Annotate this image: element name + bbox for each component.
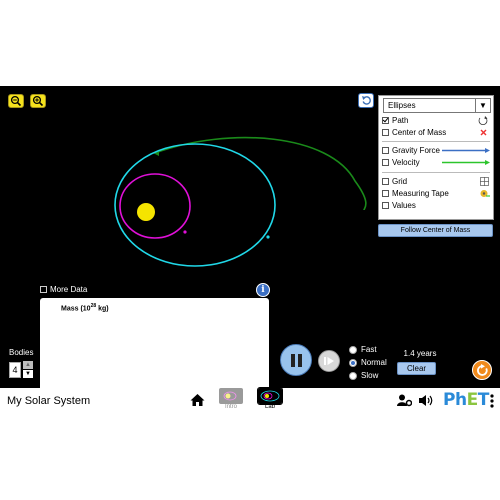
reset-all-button[interactable] (472, 360, 492, 380)
gravity-force-checkbox-box[interactable] (382, 147, 389, 154)
speed-label: Normal (361, 358, 387, 367)
elapsed-time: 1.4 years (403, 349, 437, 358)
app-title: My Solar System (7, 395, 91, 407)
visibility-control-panel: Ellipses ▼ Path Center of Mass Gravity F… (378, 95, 494, 220)
grid-checkbox[interactable]: Grid (382, 176, 492, 187)
velocity-label: Velocity (392, 158, 420, 167)
gravity-force-checkbox[interactable]: Gravity Force (382, 145, 492, 156)
gravity-arrow-icon (442, 148, 490, 153)
bodies-label: Bodies (9, 348, 34, 357)
radio-button[interactable] (349, 371, 357, 380)
bodies-increment-button[interactable]: ▲ (23, 361, 33, 369)
path-checkbox-box[interactable] (382, 117, 389, 124)
step-forward-button[interactable] (318, 350, 340, 372)
intro-label: Intro (224, 404, 237, 410)
nav-screen-intro[interactable]: Intro (218, 388, 244, 410)
measuring-tape-label: Measuring Tape (392, 189, 449, 198)
zoom-in-icon (32, 95, 44, 107)
center-of-mass-checkbox[interactable]: Center of Mass (382, 127, 492, 138)
bodies-decrement-button[interactable]: ▼ (23, 370, 33, 378)
mass-data-panel: Mass (1028 kg) 250.0≤ 0.1≤ 0.1≤ 0.1 (40, 298, 269, 388)
menu-icon[interactable] (490, 394, 494, 408)
step-forward-icon (324, 357, 334, 365)
measuring-tape-icon (480, 190, 490, 197)
more-data-checkbox-box[interactable] (40, 286, 47, 293)
chevron-up-icon: ▲ (25, 362, 31, 368)
bodies-count-value: 4 (9, 362, 21, 378)
orbit-preset-value: Ellipses (388, 101, 416, 110)
reset-view-icon (361, 96, 371, 105)
values-label: Values (392, 201, 416, 210)
magenta-orbit-path (119, 173, 191, 239)
speed-radio-normal[interactable]: Normal (349, 358, 387, 367)
grid-label: Grid (392, 177, 408, 186)
pause-button[interactable] (280, 344, 312, 376)
mass-unit: kg) (96, 305, 109, 313)
velocity-arrow-icon (442, 160, 490, 165)
phet-logo[interactable]: PhET (443, 390, 489, 410)
cyan-body (266, 235, 270, 239)
more-data-label: More Data (50, 285, 88, 294)
center-of-mass-label: Center of Mass (392, 128, 447, 137)
radio-button[interactable] (349, 358, 357, 367)
reset-all-icon (476, 363, 488, 376)
info-button[interactable]: i (256, 283, 270, 297)
home-icon[interactable] (190, 393, 205, 407)
mass-column-header: Mass (1028 kg) (61, 303, 109, 312)
zoom-out-icon (10, 95, 22, 107)
speed-label: Fast (361, 345, 377, 354)
measuring-tape-checkbox-box[interactable] (382, 190, 389, 197)
path-icon (478, 116, 488, 126)
lab-thumbnail (257, 387, 283, 405)
zoom-in-button[interactable] (30, 94, 46, 108)
preferences-icon[interactable] (397, 394, 412, 407)
magenta-body (183, 230, 187, 234)
chevron-down-icon: ▼ (475, 99, 490, 112)
velocity-checkbox-box[interactable] (382, 159, 389, 166)
pause-icon (290, 353, 302, 367)
values-checkbox[interactable]: Values (382, 200, 492, 211)
lab-label: Lab (264, 404, 275, 410)
orbit-preset-select[interactable]: Ellipses ▼ (383, 98, 491, 113)
separator (382, 172, 490, 173)
center-of-mass-icon (480, 129, 487, 136)
grid-icon (480, 177, 489, 186)
more-data-checkbox[interactable]: More Data (40, 285, 87, 294)
nav-screen-lab[interactable]: Lab (257, 387, 283, 410)
cyan-orbit-path (114, 143, 276, 267)
path-checkbox[interactable]: Path (382, 115, 492, 126)
gravity-force-label: Gravity Force (392, 146, 441, 155)
navigation-bar: My Solar System Intro Lab PhET (0, 387, 500, 414)
chevron-down-icon: ▼ (25, 371, 31, 377)
speed-radio-slow[interactable]: Slow (349, 371, 378, 380)
sound-icon[interactable] (419, 394, 435, 407)
green-orbit-path (154, 136, 367, 211)
zoom-out-button[interactable] (8, 94, 24, 108)
radio-button[interactable] (349, 345, 357, 354)
speed-radio-fast[interactable]: Fast (349, 345, 377, 354)
info-icon: i (261, 285, 265, 295)
mass-title-text: Mass (10 (61, 305, 91, 313)
center-of-mass-checkbox-box[interactable] (382, 129, 389, 136)
speed-label: Slow (361, 371, 379, 380)
sim-play-area: Ellipses ▼ Path Center of Mass Gravity F… (0, 86, 500, 388)
velocity-checkbox[interactable]: Velocity (382, 157, 492, 168)
measuring-tape-checkbox[interactable]: Measuring Tape (382, 188, 492, 199)
intro-thumbnail (219, 388, 243, 404)
grid-checkbox-box[interactable] (382, 178, 389, 185)
sun-body[interactable] (137, 203, 155, 221)
reset-view-button[interactable] (358, 93, 374, 108)
path-label: Path (392, 116, 409, 125)
separator (382, 141, 490, 142)
clear-time-button[interactable]: Clear (397, 362, 436, 375)
follow-center-of-mass-button[interactable]: Follow Center of Mass (378, 224, 493, 237)
values-checkbox-box[interactable] (382, 202, 389, 209)
